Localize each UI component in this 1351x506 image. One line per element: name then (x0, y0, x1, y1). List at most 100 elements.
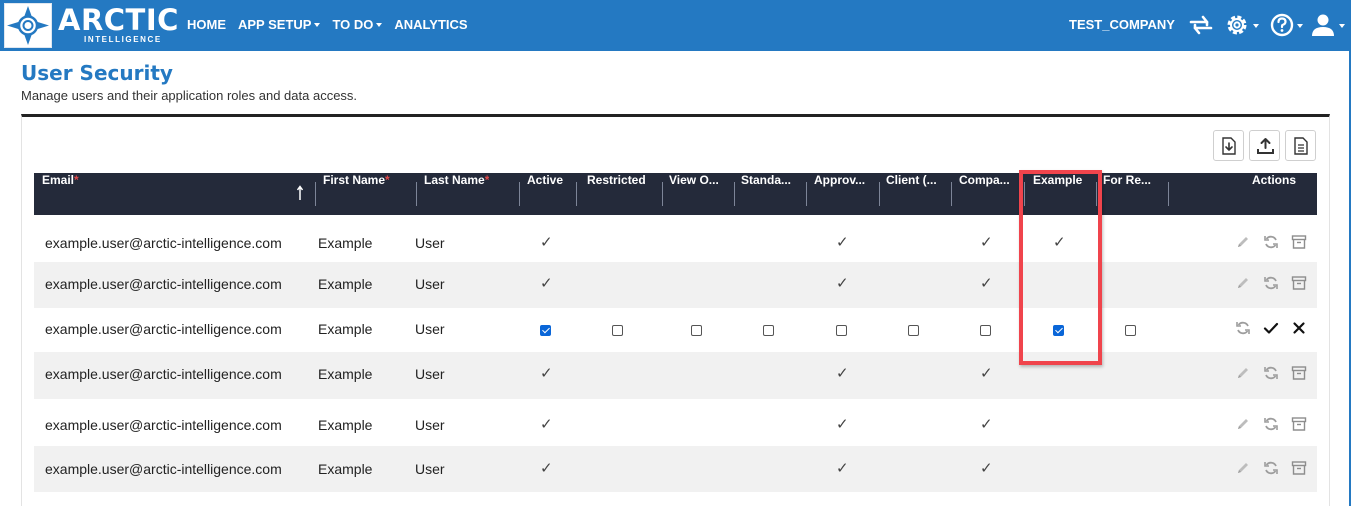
cell-first-name: Example (318, 417, 373, 433)
edit-icon[interactable] (1235, 365, 1251, 381)
logo-emblem[interactable] (4, 3, 52, 48)
checkbox-for-review[interactable] (1125, 325, 1136, 336)
checkmark-icon: ✓ (540, 415, 553, 433)
user-icon[interactable] (1310, 11, 1338, 39)
table-row[interactable]: example.user@arctic-intelligence.com Exam… (34, 400, 1317, 446)
col-header-restricted[interactable]: Restricted (587, 173, 646, 215)
archive-icon[interactable] (1291, 365, 1307, 381)
column-divider (806, 182, 807, 206)
col-header-approver[interactable]: Approv... (814, 173, 876, 215)
sort-up-icon[interactable] (297, 185, 303, 201)
checkmark-icon: ✓ (836, 274, 849, 292)
reset-icon[interactable] (1263, 234, 1279, 250)
nav-home[interactable]: HOME (187, 17, 226, 32)
checkbox-client[interactable] (908, 325, 919, 336)
checkmark-icon: ✓ (540, 233, 553, 251)
cell-email: example.user@arctic-intelligence.com (45, 276, 282, 292)
cell-first-name: Example (318, 321, 373, 337)
compass-logo-icon (7, 6, 49, 45)
col-header-for-review[interactable]: For Re... (1103, 173, 1165, 215)
column-divider (1168, 182, 1169, 206)
chevron-down-icon (1339, 24, 1345, 28)
chevron-down-icon (1253, 24, 1259, 28)
col-header-company[interactable]: Compa... (959, 173, 1019, 215)
cell-email: example.user@arctic-intelligence.com (45, 366, 282, 382)
checkmark-icon: ✓ (540, 364, 553, 382)
cell-email: example.user@arctic-intelligence.com (45, 321, 282, 337)
col-header-standard[interactable]: Standa... (741, 173, 803, 215)
column-divider (662, 182, 663, 206)
company-name[interactable]: TEST_COMPANY (1069, 17, 1175, 32)
top-navbar: ARCTIC INTELLIGENCE HOME APP SETUP TO DO… (0, 0, 1351, 51)
download-button[interactable] (1213, 130, 1244, 161)
col-header-actions: Actions (1252, 173, 1297, 187)
main-nav: HOME APP SETUP TO DO ANALYTICS (187, 17, 468, 32)
checkbox-standard[interactable] (763, 325, 774, 336)
cell-first-name: Example (318, 276, 373, 292)
document-icon (1294, 137, 1308, 155)
column-divider (734, 182, 735, 206)
upload-button[interactable] (1249, 130, 1280, 161)
col-header-example[interactable]: Example (1033, 173, 1082, 215)
reset-icon[interactable] (1263, 275, 1279, 291)
swap-icon[interactable] (1187, 11, 1215, 39)
table-row[interactable]: example.user@arctic-intelligence.com Exam… (34, 446, 1317, 492)
checkbox-approver[interactable] (836, 325, 847, 336)
archive-icon[interactable] (1291, 275, 1307, 291)
chevron-down-icon (1297, 24, 1303, 28)
column-divider (576, 182, 577, 206)
cell-last-name: User (415, 321, 445, 337)
reset-icon[interactable] (1263, 460, 1279, 476)
cell-email: example.user@arctic-intelligence.com (45, 235, 282, 251)
brand-name: ARCTIC (58, 3, 179, 37)
reset-icon[interactable] (1263, 365, 1279, 381)
help-icon[interactable] (1268, 11, 1296, 39)
nav-to-do[interactable]: TO DO (332, 17, 383, 32)
checkmark-icon: ✓ (980, 233, 993, 251)
archive-icon[interactable] (1291, 460, 1307, 476)
chevron-down-icon (376, 23, 383, 27)
column-divider (951, 182, 952, 206)
table-row[interactable]: example.user@arctic-intelligence.com Exam… (34, 218, 1317, 263)
reset-icon[interactable] (1235, 320, 1251, 336)
cell-first-name: Example (318, 461, 373, 477)
checkmark-icon: ✓ (836, 233, 849, 251)
edit-icon[interactable] (1235, 275, 1251, 291)
col-header-view-only[interactable]: View O... (669, 173, 729, 215)
table-row[interactable]: example.user@arctic-intelligence.com Exam… (34, 352, 1317, 399)
gear-icon[interactable] (1223, 11, 1251, 39)
checkbox-restricted[interactable] (612, 325, 623, 336)
col-header-first-name[interactable]: First Name* (323, 173, 390, 215)
cell-last-name: User (415, 276, 445, 292)
col-header-email[interactable]: Email* (42, 173, 79, 215)
cell-last-name: User (415, 461, 445, 477)
confirm-icon[interactable] (1263, 320, 1279, 336)
checkbox-active[interactable] (540, 325, 551, 336)
table-row[interactable]: example.user@arctic-intelligence.com Exam… (34, 262, 1317, 308)
upload-icon (1257, 138, 1274, 154)
checkmark-icon: ✓ (980, 274, 993, 292)
reset-icon[interactable] (1263, 416, 1279, 432)
checkbox-example[interactable] (1053, 325, 1064, 336)
export-document-button[interactable] (1285, 130, 1316, 161)
nav-analytics[interactable]: ANALYTICS (394, 17, 467, 32)
column-divider (416, 182, 417, 206)
col-header-last-name[interactable]: Last Name* (424, 173, 489, 215)
page-subtitle: Manage users and their application roles… (21, 88, 358, 103)
archive-icon[interactable] (1291, 234, 1307, 250)
col-header-active[interactable]: Active (527, 173, 563, 215)
chevron-down-icon (314, 23, 321, 27)
archive-icon[interactable] (1291, 416, 1307, 432)
nav-app-setup[interactable]: APP SETUP (238, 17, 321, 32)
table-row[interactable]: example.user@arctic-intelligence.com Exam… (34, 308, 1317, 353)
table-header: Email* First Name* Last Name* Active Res… (34, 173, 1317, 215)
cell-last-name: User (415, 417, 445, 433)
checkbox-view-only[interactable] (691, 325, 702, 336)
checkbox-company[interactable] (980, 325, 991, 336)
edit-icon[interactable] (1235, 234, 1251, 250)
edit-icon[interactable] (1235, 416, 1251, 432)
edit-icon[interactable] (1235, 460, 1251, 476)
col-header-client[interactable]: Client (... (886, 173, 948, 215)
cancel-icon[interactable] (1291, 320, 1307, 336)
checkmark-icon: ✓ (980, 415, 993, 433)
